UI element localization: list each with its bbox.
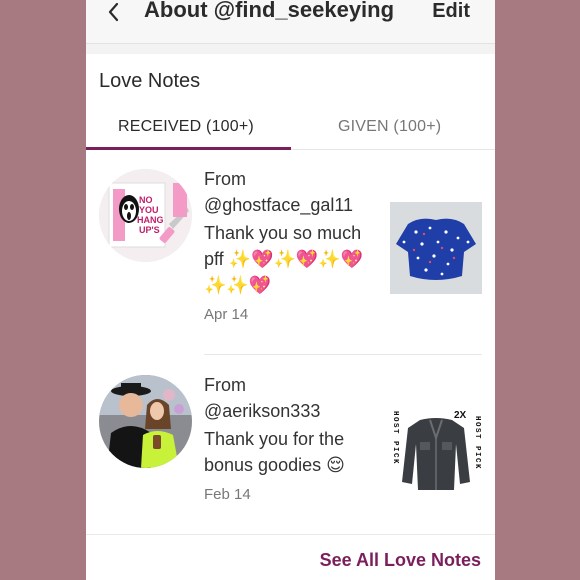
host-pick-badge-left: HOST PICK xyxy=(391,411,399,465)
svg-text:HANG: HANG xyxy=(137,215,164,225)
top-bar: About @find_seekeying Edit xyxy=(86,0,495,44)
active-tab-indicator xyxy=(86,147,291,150)
section-title: Love Notes xyxy=(99,70,201,92)
host-pick-badge-right: HOST PICK xyxy=(473,416,481,470)
host-pick-count-badge: 2X xyxy=(454,410,467,421)
divider xyxy=(86,534,495,535)
listing-thumbnail[interactable]: 2X HOST PICK HOST PICK xyxy=(390,408,482,500)
divider xyxy=(204,354,482,355)
from-label: From xyxy=(204,169,246,189)
love-notes-card: Love Notes RECEIVED (100+) GIVEN (100+) … xyxy=(86,54,495,580)
see-all-love-notes-link[interactable]: See All Love Notes xyxy=(320,550,481,571)
tab-given[interactable]: GIVEN (100+) xyxy=(338,118,441,136)
from-label: From xyxy=(204,375,246,395)
svg-text:UP'S: UP'S xyxy=(139,225,160,235)
sender-username[interactable]: @aerikson333 xyxy=(204,398,369,424)
note-message: Thank you so much pff ✨💖✨💖✨💖✨✨💖 xyxy=(204,223,364,295)
denim-jacket-image: 2X HOST PICK HOST PICK xyxy=(390,408,482,500)
svg-text:NO: NO xyxy=(139,195,153,205)
note-content: From @aerikson333 Thank you for the bonu… xyxy=(204,372,369,503)
edit-button[interactable]: Edit xyxy=(432,0,470,23)
avatar[interactable] xyxy=(99,375,192,468)
listing-thumbnail[interactable] xyxy=(390,202,482,294)
avatar[interactable]: NO YOU HANG UP'S xyxy=(99,169,192,262)
note-date: Feb 14 xyxy=(204,486,251,503)
phone-screen: About @find_seekeying Edit Love Notes RE… xyxy=(86,0,495,580)
page-title: About @find_seekeying xyxy=(144,0,395,22)
svg-text:YOU: YOU xyxy=(139,205,159,215)
ghostface-avatar-image: NO YOU HANG UP'S xyxy=(99,169,192,262)
note-content: From @ghostface_gal11 Thank you so much … xyxy=(204,166,369,323)
note-message: Thank you for the bonus goodies 😌 xyxy=(204,429,345,475)
back-chevron-icon[interactable] xyxy=(104,0,124,24)
sender-username[interactable]: @ghostface_gal11 xyxy=(204,192,369,218)
tab-bar: RECEIVED (100+) GIVEN (100+) xyxy=(86,106,495,150)
blue-floral-top-image xyxy=(390,202,482,294)
note-date: Apr 14 xyxy=(204,306,249,323)
couple-photo-avatar-image xyxy=(99,375,192,468)
tab-received[interactable]: RECEIVED (100+) xyxy=(118,118,254,136)
